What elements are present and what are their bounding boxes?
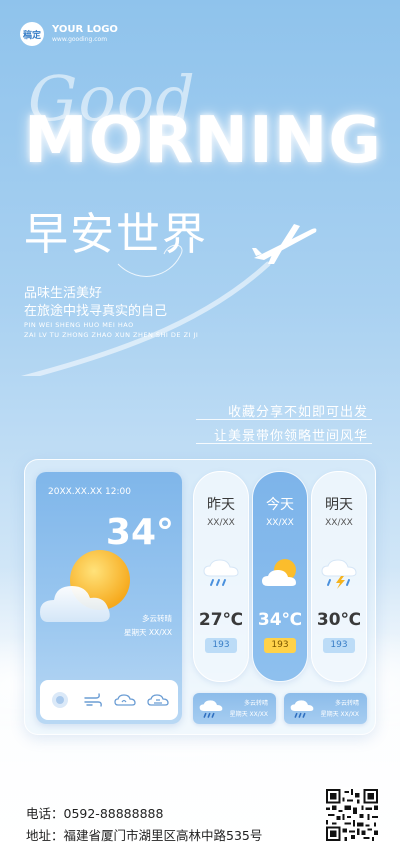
mini-forecast-card[interactable]: 多云转晴 星期天 XX/XX	[193, 693, 276, 724]
wind-icon[interactable]	[81, 688, 105, 712]
logo: 稿定 YOUR LOGO www.gooding.com	[20, 22, 118, 46]
mini-condition: 多云转晴	[243, 700, 268, 707]
forecast-yesterday[interactable]: 昨天 XX/XX 27℃ 193	[193, 471, 249, 682]
mini-date: 星期天 XX/XX	[229, 711, 268, 718]
tagline-1: 收藏分享不如即可出发	[227, 405, 368, 420]
forecast-date: XX/XX	[266, 518, 294, 528]
today-weather-card: 20XX.XX.XX 12:00 34° 多云转晴 星期天 XX/XX	[36, 472, 182, 724]
contact-address: 地址：福建省厦门市湖里区高林中路535号	[26, 828, 263, 843]
airplane-icon	[252, 224, 317, 264]
contact-phone: 电话：0592-88888888	[26, 806, 164, 821]
today-datetime: 20XX.XX.XX 12:00	[48, 487, 131, 497]
rain-cloud-icon	[203, 559, 239, 586]
divider	[196, 443, 372, 444]
aqi-badge: 193	[264, 638, 296, 653]
aqi-badge: 193	[205, 638, 237, 653]
rain-cloud-icon	[199, 700, 223, 718]
rain-cloud-icon	[290, 700, 314, 718]
mini-date: 星期天 XX/XX	[320, 711, 359, 718]
sunrise-icon[interactable]	[146, 688, 170, 712]
location-icon[interactable]	[48, 688, 72, 712]
mini-forecast-card[interactable]: 多云转晴 星期天 XX/XX	[284, 693, 367, 724]
today-weekday: 星期天 XX/XX	[124, 628, 172, 637]
slogan-line-2: 在旅途中找寻真实的自己	[24, 304, 168, 319]
divider	[196, 419, 372, 420]
forecast-date: XX/XX	[325, 518, 353, 528]
today-condition: 多云转晴	[142, 614, 172, 623]
forecast-temperature: 34℃	[257, 610, 303, 630]
logo-badge: 稿定	[20, 22, 44, 46]
logo-url: www.gooding.com	[52, 36, 108, 43]
qr-code-icon	[324, 787, 380, 843]
forecast-day-name: 昨天	[207, 497, 235, 513]
today-icon-bar	[40, 680, 178, 720]
forecast-day-name: 今天	[266, 497, 294, 513]
slogan-line-1: 品味生活美好	[24, 286, 103, 301]
forecast-day-name: 明天	[325, 497, 353, 513]
morning-title: MORNING	[24, 104, 382, 178]
forecast-date: XX/XX	[207, 518, 235, 528]
thunder-cloud-icon	[321, 559, 357, 589]
forecast-temperature: 27℃	[198, 610, 244, 630]
forecast-today[interactable]: 今天 XX/XX 34℃ 193	[252, 471, 308, 682]
poster: 稿定 YOUR LOGO www.gooding.com Good MORNIN…	[0, 0, 400, 866]
sun-cloud-icon	[40, 550, 130, 622]
humidity-icon[interactable]	[113, 688, 137, 712]
aqi-badge: 193	[323, 638, 355, 653]
mini-condition: 多云转晴	[334, 700, 359, 707]
pinyin-line-1: PIN WEI SHENG HUO MEI HAO	[24, 321, 134, 329]
forecast-tomorrow[interactable]: 明天 XX/XX 30℃ 193	[311, 471, 367, 682]
sun-cloud-icon	[262, 559, 296, 586]
tagline-2: 让美景带你领略世间风华	[213, 429, 368, 444]
logo-name: YOUR LOGO	[52, 24, 118, 35]
today-temperature: 34°	[105, 512, 174, 553]
forecast-temperature: 30℃	[316, 610, 362, 630]
pinyin-line-2: ZAI LV TU ZHONG ZHAO XUN ZHEN SHI DE ZI …	[24, 331, 199, 339]
